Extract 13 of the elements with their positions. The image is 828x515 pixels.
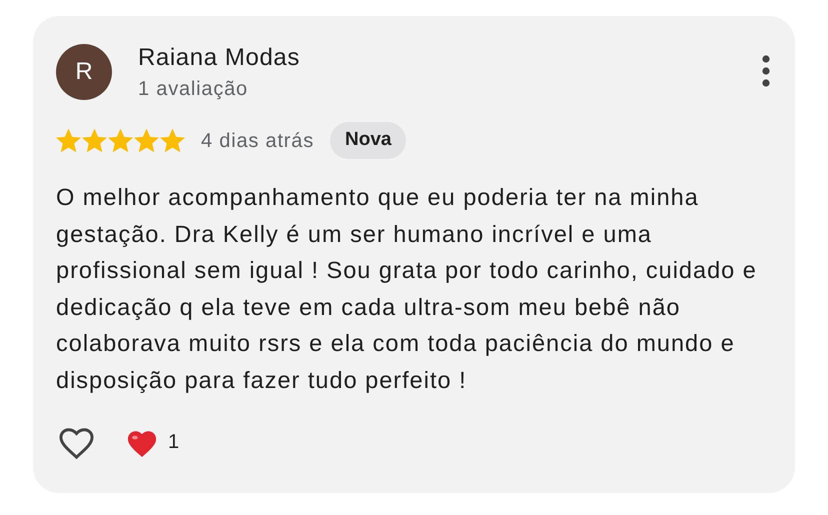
star-icon xyxy=(56,128,81,153)
star-icon xyxy=(160,128,185,153)
review-time: 4 dias atrás xyxy=(201,128,314,154)
reaction-count: 1 xyxy=(168,430,180,455)
author-name[interactable]: Raiana Modas xyxy=(138,43,300,73)
star-icon xyxy=(134,128,159,153)
review-text: O melhor acompanhamento que eu poderia ter na minha gestação. Dra Kelly é um ser humano incrível e uma profissional sem igual ! Sou grata por todo carinho, cuidado e dedicação q ela teve em cada ultra-som meu bebê não colaborava muito rsrs e ela com toda paciência do mundo e disposição para fazer tudo perfeito ! xyxy=(56,183,758,395)
avatar: R xyxy=(56,44,112,100)
more-options-icon[interactable] xyxy=(762,55,770,87)
review-count: 1 avaliação xyxy=(138,77,249,102)
star-icon xyxy=(108,128,133,153)
new-badge: Nova xyxy=(330,122,406,159)
star-icon xyxy=(82,128,107,153)
